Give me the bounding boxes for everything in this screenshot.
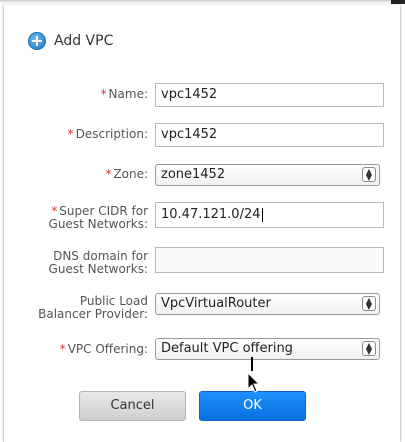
- vpc-offering-label: * VPC Offering:: [60, 343, 148, 356]
- select-updown-icon: ▲ ▼: [362, 341, 376, 356]
- dialog-title: + Add VPC: [28, 30, 113, 52]
- description-label: * Description:: [68, 128, 148, 141]
- add-vpc-dialog: + Add VPC * Name: vpc1452 * Description: v…: [3, 5, 401, 442]
- vpc-offering-select[interactable]: Default VPC offering ▲ ▼: [155, 338, 380, 360]
- required-marker: *: [59, 342, 66, 356]
- lb-provider-label: Public Load Balancer Provider:: [38, 295, 148, 321]
- super-cidr-value: 10.47.121.0/24: [161, 207, 261, 222]
- lb-provider-label-line1: Public Load: [79, 294, 148, 308]
- super-cidr-label-line1: Super CIDR for: [59, 204, 148, 218]
- dns-domain-label-line1: DNS domain for: [53, 249, 148, 263]
- vpc-offering-label-text: VPC Offering:: [67, 342, 148, 356]
- zone-label-text: Zone:: [113, 167, 148, 181]
- super-cidr-input[interactable]: 10.47.121.0/24: [155, 202, 384, 228]
- ok-button[interactable]: OK: [199, 391, 306, 421]
- name-input[interactable]: vpc1452: [155, 83, 384, 107]
- window-corner: [391, 0, 405, 4]
- mouse-pointer-icon: [247, 357, 261, 393]
- required-marker: *: [51, 204, 58, 218]
- dns-domain-input[interactable]: [155, 247, 384, 273]
- dns-domain-label-line2: Guest Networks:: [48, 262, 148, 276]
- lb-provider-select-value: VpcVirtualRouter: [161, 296, 271, 311]
- vpc-offering-select-value: Default VPC offering: [161, 341, 293, 356]
- required-marker: *: [100, 87, 107, 101]
- select-updown-icon: ▲ ▼: [362, 167, 376, 182]
- super-cidr-label: * Super CIDR for Guest Networks:: [49, 205, 148, 231]
- lb-provider-label-line2: Balancer Provider:: [38, 307, 148, 321]
- window-top-edge: [0, 0, 405, 3]
- cancel-button[interactable]: Cancel: [79, 391, 186, 421]
- dns-domain-label: DNS domain for Guest Networks:: [49, 250, 148, 276]
- super-cidr-label-line2: Guest Networks:: [48, 217, 148, 231]
- text-caret: [261, 207, 263, 222]
- description-label-text: Description:: [75, 127, 148, 141]
- name-label: * Name:: [101, 88, 148, 101]
- lb-provider-select[interactable]: VpcVirtualRouter ▲ ▼: [155, 293, 380, 315]
- dialog-title-text: Add VPC: [54, 33, 114, 49]
- zone-select[interactable]: zone1452 ▲ ▼: [155, 164, 380, 186]
- select-updown-icon: ▲ ▼: [362, 296, 376, 311]
- description-input[interactable]: vpc1452: [155, 123, 384, 147]
- required-marker: *: [67, 127, 74, 141]
- name-label-text: Name:: [108, 87, 148, 101]
- zone-select-value: zone1452: [161, 167, 226, 182]
- add-circle-icon: +: [28, 32, 46, 50]
- required-marker: *: [105, 167, 112, 181]
- zone-label: * Zone:: [105, 168, 148, 181]
